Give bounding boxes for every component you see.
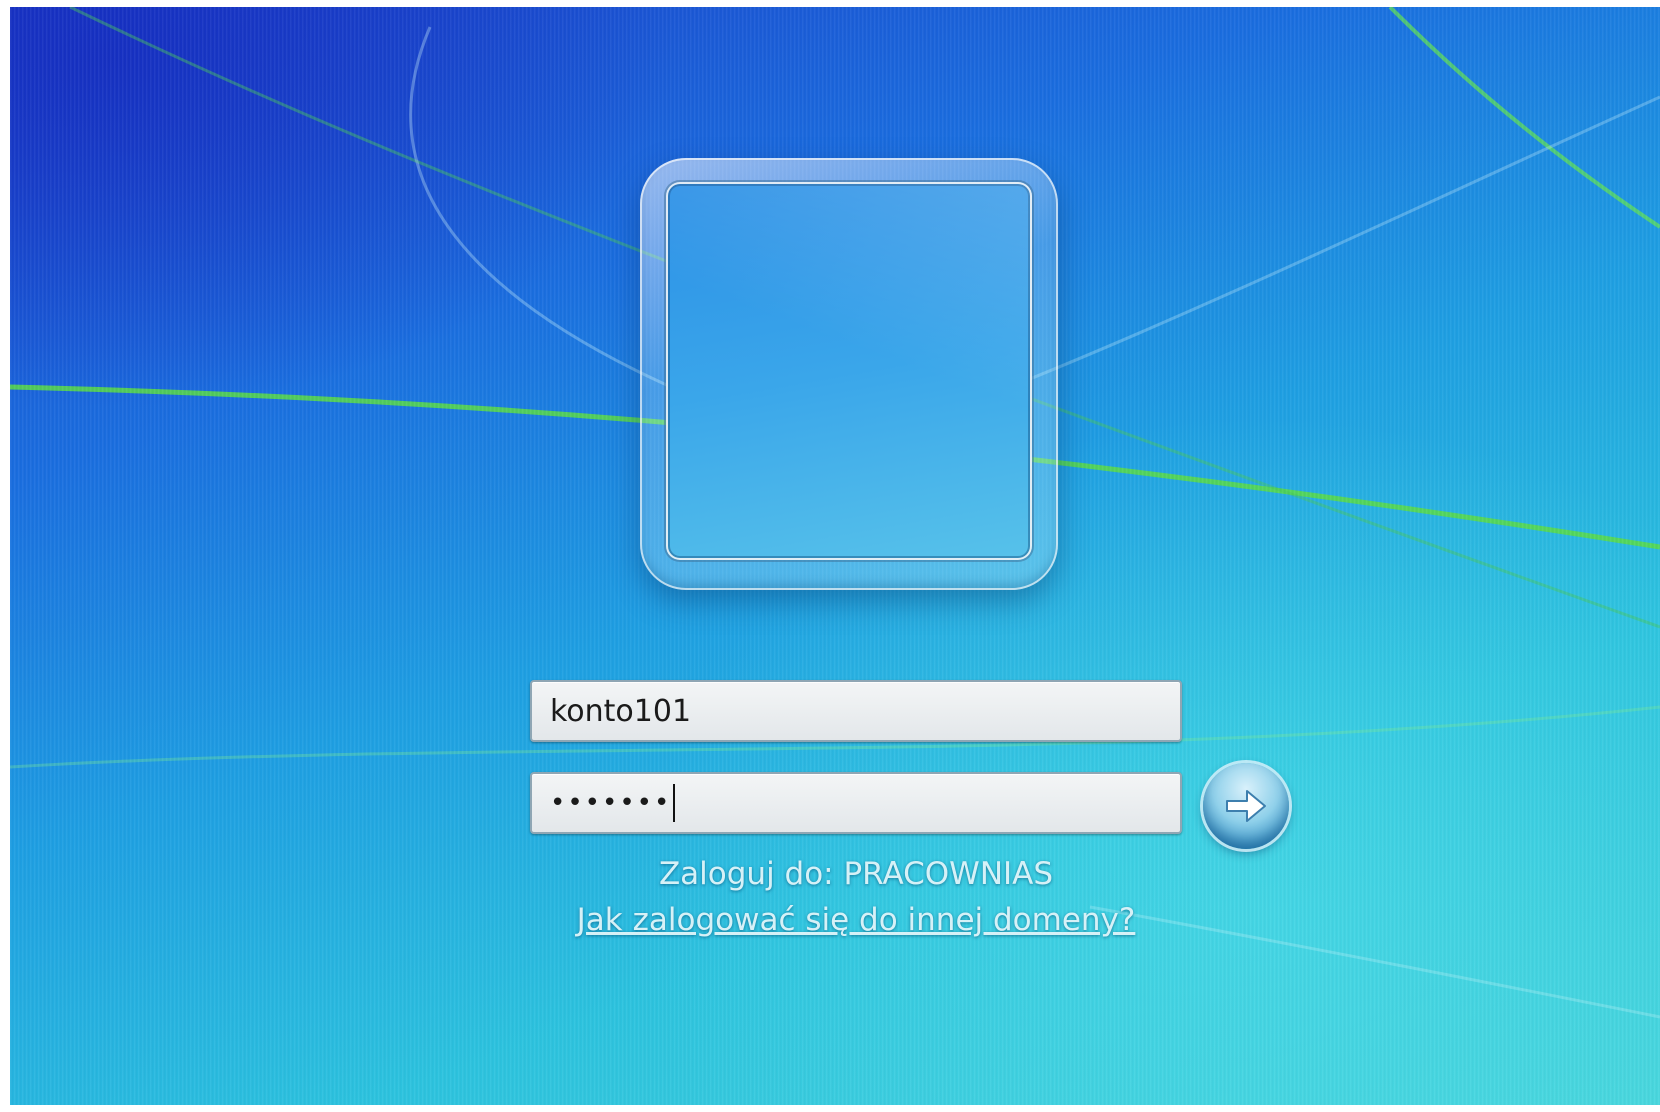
text-cursor xyxy=(673,784,676,822)
user-picture-shine xyxy=(666,182,1032,560)
user-picture xyxy=(666,182,1032,560)
username-input[interactable]: konto101 xyxy=(530,680,1182,742)
username-value: konto101 xyxy=(550,693,692,729)
user-picture-frame xyxy=(640,158,1058,590)
password-input[interactable]: ••••••• xyxy=(530,772,1182,834)
arrow-right-icon xyxy=(1226,790,1266,822)
domain-label: Zaloguj do: PRACOWNIAS xyxy=(658,856,1054,892)
password-value: ••••••• xyxy=(550,788,672,818)
submit-login-button[interactable] xyxy=(1203,763,1289,849)
other-domain-link[interactable]: Jak zalogować się do innej domeny? xyxy=(480,902,1232,938)
